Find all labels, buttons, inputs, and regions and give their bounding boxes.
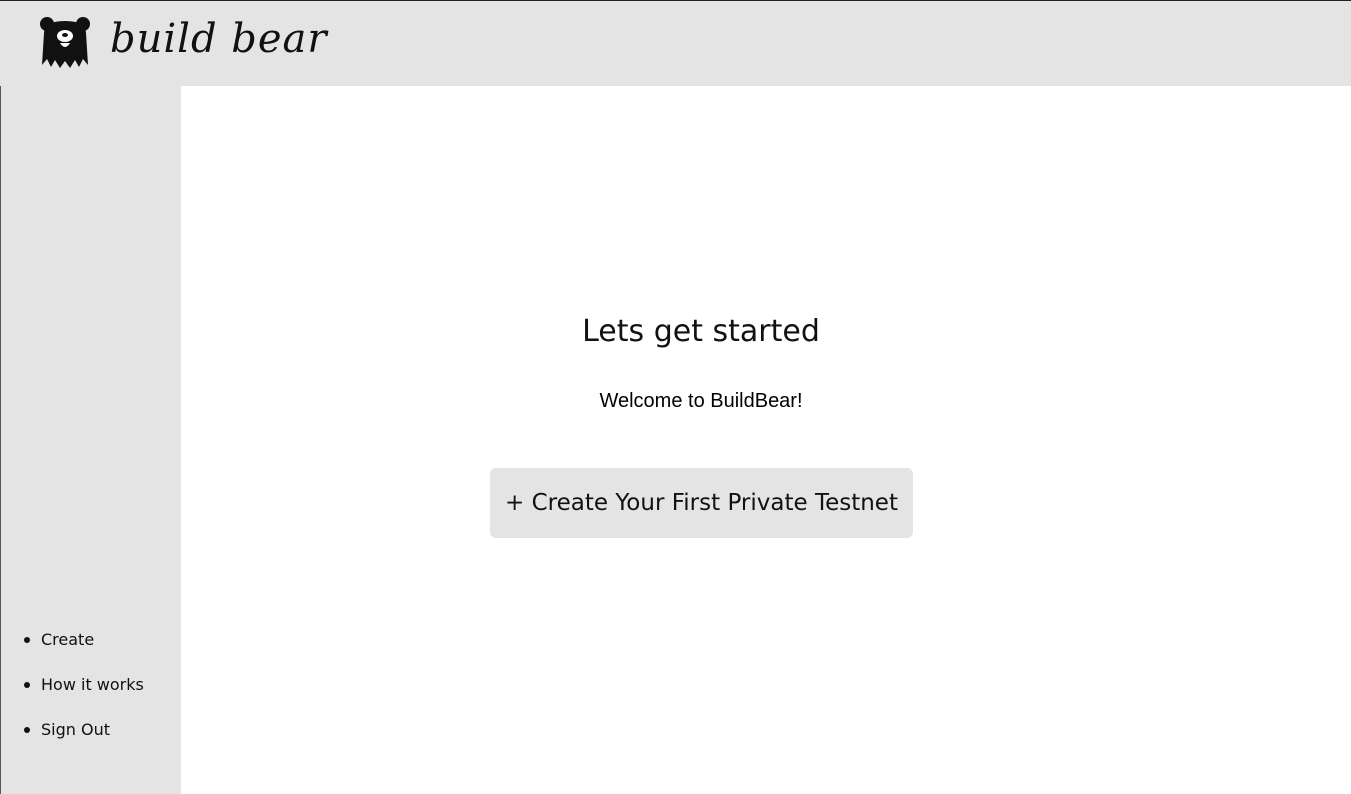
welcome-text: Welcome to BuildBear! [599, 390, 803, 412]
sidebar-nav: Create How it works Sign Out [1, 617, 144, 752]
sidebar: Create How it works Sign Out [0, 86, 181, 794]
sidebar-item-how-it-works[interactable]: How it works [1, 662, 144, 707]
sidebar-item-create[interactable]: Create [1, 617, 144, 662]
brand-logo[interactable]: build bear [38, 15, 328, 69]
brand-name: build bear [110, 16, 328, 62]
create-testnet-button[interactable]: + Create Your First Private Testnet [490, 468, 913, 538]
page-title: Lets get started [582, 314, 820, 349]
main-content: Lets get started Welcome to BuildBear! +… [181, 86, 1351, 794]
sidebar-item-sign-out[interactable]: Sign Out [1, 707, 144, 752]
top-header: build bear [0, 0, 1351, 86]
bear-head-icon [40, 17, 90, 68]
